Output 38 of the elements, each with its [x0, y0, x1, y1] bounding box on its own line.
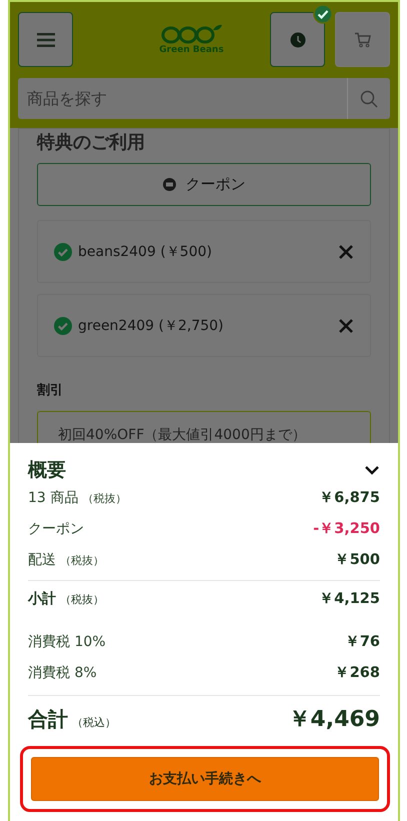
summary-amount: ￥76 — [344, 633, 380, 652]
close-icon — [338, 318, 354, 334]
search-button[interactable] — [347, 78, 390, 119]
collapse-button[interactable] — [364, 465, 380, 475]
coupon-code: green2409 (￥2,750) — [78, 316, 225, 334]
search-field[interactable]: 商品を探す — [18, 78, 347, 119]
close-icon — [338, 244, 354, 260]
summary-amount: ￥268 — [334, 664, 380, 683]
menu-icon — [36, 32, 54, 46]
summary-label: 13 商品 （税抜） — [28, 489, 126, 508]
section-title: 特典のご利用 — [37, 131, 146, 155]
search-icon — [360, 90, 378, 108]
coupon-code: beans2409 (￥500) — [78, 242, 213, 260]
delivery-time-button[interactable] — [270, 12, 325, 67]
total-amount: ￥4,469 — [288, 706, 380, 734]
summary-amount: ￥500 — [334, 551, 380, 570]
logo-icon — [160, 24, 222, 44]
summary-label: 消費税 10% — [28, 633, 106, 652]
clock-icon — [290, 32, 306, 48]
summary-label: 配送 （税抜） — [28, 551, 104, 570]
coupon-button[interactable]: クーポン — [37, 163, 371, 206]
summary-title: 概要 — [28, 458, 66, 483]
summary-amount: ￥4,125 — [319, 590, 380, 609]
summary-label: 消費税 8% — [28, 664, 97, 683]
discount-title: 割引 — [37, 382, 64, 399]
logo-text: Green Beans — [159, 45, 224, 55]
summary-amount: ￥6,875 — [319, 489, 380, 508]
menu-button[interactable] — [18, 12, 73, 67]
total-label: 合計 （税込） — [28, 706, 116, 732]
chevron-icon — [364, 465, 380, 475]
summary-label: 小計 （税抜） — [28, 590, 104, 609]
remove-button[interactable] — [338, 244, 354, 260]
coupon-icon — [162, 178, 176, 191]
summary-amount: -￥3,250 — [313, 520, 380, 539]
cart-icon — [354, 32, 372, 48]
checkout-button[interactable]: お支払い手続きへ — [31, 757, 379, 801]
summary-label: クーポン — [28, 520, 84, 539]
remove-button[interactable] — [338, 318, 354, 334]
